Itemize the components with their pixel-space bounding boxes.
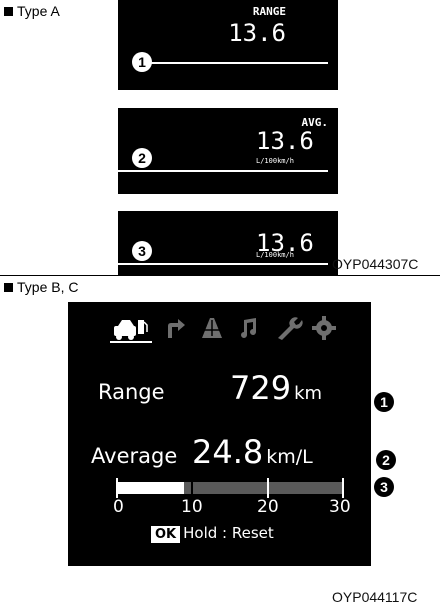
type-a-label: Type A xyxy=(4,3,60,19)
section-divider xyxy=(0,275,440,276)
range-number: 729 xyxy=(230,369,292,407)
avg-unit: L/100km/h xyxy=(256,157,294,165)
music-note-icon xyxy=(241,318,256,338)
turn-arrow-icon xyxy=(168,319,185,338)
range-value: 729 km xyxy=(230,369,322,407)
bar-tick-20 xyxy=(267,478,269,498)
callout-1-marker: 1 xyxy=(132,52,152,72)
average-label: Average xyxy=(91,444,178,468)
average-unit: km/L xyxy=(266,446,313,468)
average-value: 24.8 km/L xyxy=(192,433,313,471)
avg-divider-line xyxy=(118,170,328,172)
bar-tick-0 xyxy=(116,478,118,498)
callout-3-marker: 3 xyxy=(132,241,152,261)
fuel-economy-bar-fill xyxy=(116,482,184,494)
tick-label-10: 10 xyxy=(181,497,203,517)
mode-icon-row xyxy=(110,316,336,343)
callout-2-marker-bc: 2 xyxy=(376,450,396,470)
bar-tick-30 xyxy=(342,478,344,498)
fuel-car-icon xyxy=(114,320,148,340)
figure-code-a: OYP044307C xyxy=(332,256,419,272)
road-icon xyxy=(202,318,222,338)
gear-icon xyxy=(312,316,336,340)
tick-label-20: 20 xyxy=(257,497,279,517)
tick-label-0: 0 xyxy=(113,497,124,517)
hold-reset-text: Hold : Reset xyxy=(183,524,274,542)
type-bc-label-text: Type B, C xyxy=(17,279,79,295)
callout-2-marker: 2 xyxy=(132,148,152,168)
type-bc-cluster-display: Range 729 km Average 24.8 km/L 0 10 20 30 … xyxy=(68,302,371,566)
instant-divider-line xyxy=(118,263,328,265)
range-title: RANGE xyxy=(252,5,286,18)
type-a-panel-instant: 13.6 L/100km/h 3 xyxy=(118,211,338,275)
wrench-icon xyxy=(278,317,303,340)
range-value: 13.6 xyxy=(228,19,286,47)
ok-hold-reset: OK Hold : Reset xyxy=(151,524,274,543)
range-unit: km xyxy=(294,383,323,404)
type-bc-label: Type B, C xyxy=(4,279,78,295)
square-bullet-icon xyxy=(4,283,13,292)
instant-unit: L/100km/h xyxy=(256,251,294,259)
type-a-panel-average: AVG. 13.6 L/100km/h 2 xyxy=(118,108,338,194)
range-divider-line xyxy=(136,62,328,64)
callout-1-marker-bc: 1 xyxy=(374,392,394,412)
tick-label-30: 30 xyxy=(329,497,351,517)
square-bullet-icon xyxy=(4,7,13,16)
range-label: Range xyxy=(98,380,165,404)
fuel-economy-bar xyxy=(116,478,344,498)
ok-button-icon: OK xyxy=(151,526,181,543)
avg-value: 13.6 xyxy=(256,127,314,155)
average-number: 24.8 xyxy=(192,433,264,471)
callout-3-marker-bc: 3 xyxy=(374,477,394,497)
type-a-label-text: Type A xyxy=(17,3,60,19)
type-a-panel-range: RANGE 13.6 1 xyxy=(118,0,338,90)
bar-tick-10 xyxy=(191,478,193,498)
figure-code-bc: OYP044117C xyxy=(332,589,418,605)
